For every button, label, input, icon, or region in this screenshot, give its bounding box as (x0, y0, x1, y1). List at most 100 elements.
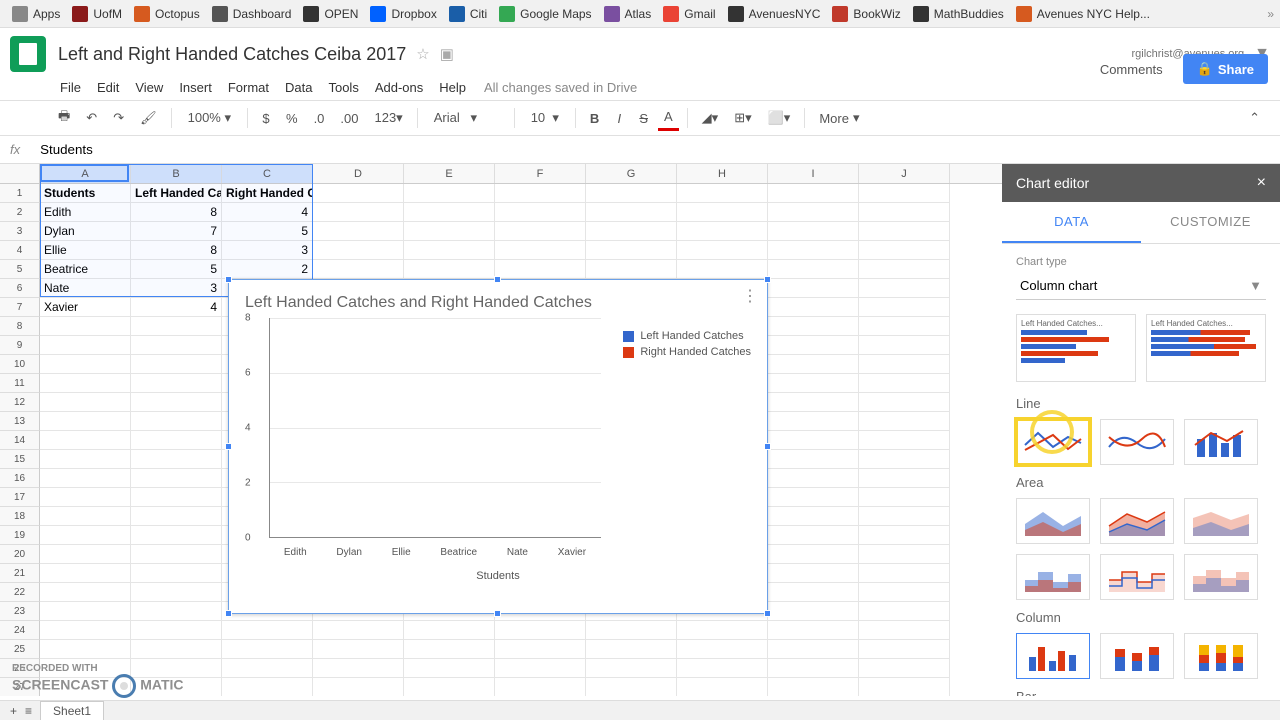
cell[interactable] (677, 203, 768, 222)
cell[interactable] (859, 621, 950, 640)
line-chart-thumb-2[interactable] (1100, 419, 1174, 465)
cell[interactable] (859, 241, 950, 260)
cell[interactable] (859, 450, 950, 469)
cell[interactable] (495, 222, 586, 241)
cell[interactable] (40, 602, 131, 621)
cell[interactable] (404, 678, 495, 696)
cell[interactable] (768, 355, 859, 374)
cell[interactable] (313, 184, 404, 203)
cell[interactable] (40, 469, 131, 488)
cell[interactable] (40, 431, 131, 450)
cell[interactable] (586, 678, 677, 696)
column-thumb-2[interactable] (1100, 633, 1174, 679)
cell[interactable] (131, 564, 222, 583)
cell[interactable] (40, 355, 131, 374)
cell[interactable] (40, 336, 131, 355)
col-header-C[interactable]: C (222, 164, 313, 183)
cell[interactable] (859, 184, 950, 203)
cell[interactable]: 4 (131, 298, 222, 317)
cell[interactable] (859, 602, 950, 621)
cell[interactable] (677, 241, 768, 260)
cell[interactable] (40, 374, 131, 393)
fontsize-select[interactable]: 10 ▾ (523, 108, 567, 128)
cell[interactable] (313, 640, 404, 659)
undo-icon[interactable]: ↶ (80, 106, 103, 130)
area-thumb-3[interactable] (1184, 498, 1258, 544)
cell[interactable] (768, 412, 859, 431)
area-thumb-1[interactable] (1016, 498, 1090, 544)
cell[interactable] (677, 678, 768, 696)
cell[interactable]: Left Handed Catches (131, 184, 222, 203)
cell[interactable] (131, 450, 222, 469)
fill-color-icon[interactable]: ◢▾ (696, 106, 725, 130)
row-header[interactable]: 9 (0, 336, 40, 355)
select-all-corner[interactable] (0, 164, 40, 183)
bookmark-item[interactable]: Gmail (657, 6, 721, 22)
cell[interactable] (313, 203, 404, 222)
menu-format[interactable]: Format (220, 76, 277, 99)
bookmark-item[interactable]: Apps (6, 6, 66, 22)
bookmark-item[interactable]: OPEN (297, 6, 364, 22)
bookmark-item[interactable]: Atlas (598, 6, 658, 22)
bold-icon[interactable]: B (584, 107, 605, 130)
column-thumb-3[interactable] (1184, 633, 1258, 679)
cell[interactable] (40, 545, 131, 564)
cell[interactable] (404, 203, 495, 222)
cell[interactable] (131, 317, 222, 336)
cell[interactable] (404, 659, 495, 678)
bookmark-item[interactable]: AvenuesNYC (722, 6, 827, 22)
sheets-logo-icon[interactable] (10, 36, 46, 72)
resize-handle[interactable] (764, 276, 771, 283)
cell[interactable] (586, 640, 677, 659)
zoom-select[interactable]: 100% ▾ (180, 108, 239, 128)
menu-tools[interactable]: Tools (320, 76, 366, 99)
row-header[interactable]: 11 (0, 374, 40, 393)
decimal-decrease-icon[interactable]: .0 (308, 107, 331, 130)
cell[interactable] (859, 336, 950, 355)
close-icon[interactable]: × (1257, 174, 1266, 192)
row-header[interactable]: 23 (0, 602, 40, 621)
cell[interactable] (131, 469, 222, 488)
cell[interactable] (495, 678, 586, 696)
collapse-toolbar-icon[interactable]: ⌃ (1249, 110, 1260, 126)
menu-data[interactable]: Data (277, 76, 320, 99)
menu-add-ons[interactable]: Add-ons (367, 76, 431, 99)
chart-type-select[interactable]: Column chart▼ (1016, 272, 1266, 300)
row-header[interactable]: 22 (0, 583, 40, 602)
cell[interactable] (586, 184, 677, 203)
cell[interactable] (859, 203, 950, 222)
cell[interactable] (586, 621, 677, 640)
row-header[interactable]: 24 (0, 621, 40, 640)
cell[interactable] (222, 659, 313, 678)
row-header[interactable]: 12 (0, 393, 40, 412)
cell[interactable] (495, 184, 586, 203)
sheet-tab[interactable]: Sheet1 (40, 701, 104, 720)
cell[interactable] (131, 583, 222, 602)
bookmark-overflow[interactable]: » (1267, 7, 1274, 21)
strike-icon[interactable]: S (633, 107, 654, 130)
cell[interactable] (768, 469, 859, 488)
cell[interactable] (859, 317, 950, 336)
bookmark-item[interactable]: MathBuddies (907, 6, 1010, 22)
column-thumb-1[interactable] (1016, 633, 1090, 679)
cell[interactable] (768, 184, 859, 203)
cell[interactable] (859, 374, 950, 393)
cell[interactable] (768, 545, 859, 564)
cell[interactable] (131, 336, 222, 355)
toolbar-more[interactable]: More ▾ (813, 106, 865, 130)
cell[interactable] (768, 336, 859, 355)
tab-data[interactable]: DATA (1002, 202, 1141, 243)
cell[interactable] (404, 241, 495, 260)
add-sheet-icon[interactable]: + (10, 704, 17, 718)
cell[interactable] (495, 640, 586, 659)
resize-handle[interactable] (494, 610, 501, 617)
cell[interactable] (404, 184, 495, 203)
font-select[interactable]: Arial ▾ (426, 108, 506, 128)
cell[interactable] (768, 241, 859, 260)
cell[interactable] (131, 545, 222, 564)
resize-handle[interactable] (494, 276, 501, 283)
bookmark-item[interactable]: Citi (443, 6, 493, 22)
row-header[interactable]: 2 (0, 203, 40, 222)
col-header-D[interactable]: D (313, 164, 404, 183)
print-icon[interactable]: 🖶 (52, 103, 76, 133)
